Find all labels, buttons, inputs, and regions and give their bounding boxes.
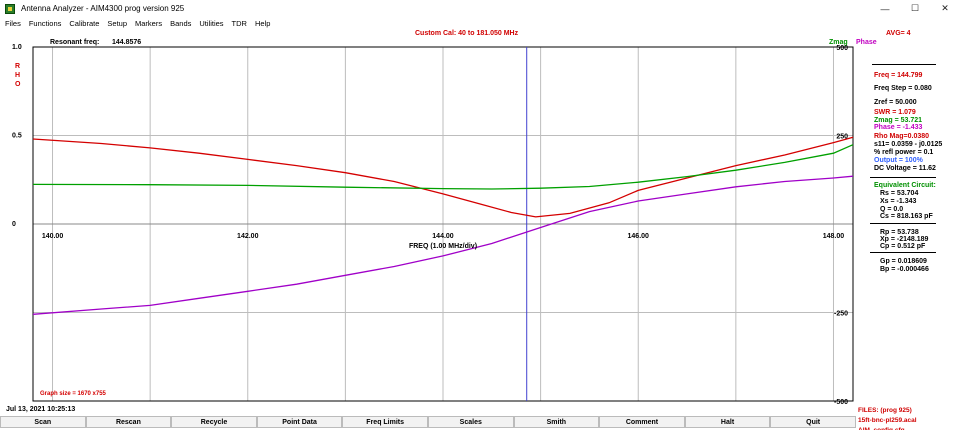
readout-zmag: Zmag = 53.721 — [874, 117, 923, 124]
smith-button[interactable]: Smith — [513, 416, 600, 428]
rescan-button[interactable]: Rescan — [85, 416, 172, 428]
readout-dc-voltage: DC Voltage = 11.62 — [874, 165, 936, 172]
readout-freq: Freq = 144.799 — [874, 72, 923, 79]
readout-q: Q = 0.0 — [880, 206, 904, 213]
readout-rho-mag: Rho Mag=0.0380 — [874, 133, 930, 140]
quit-button[interactable]: Quit — [770, 416, 856, 428]
readout-refl-power: % refl power = 0.1 — [874, 149, 934, 156]
cal-file: 15ft-bnc-pl259.acal — [858, 417, 917, 424]
x-tick-label: 148.00 — [823, 233, 845, 240]
readout-divider — [870, 177, 936, 178]
readout-xs: Xs = -1.343 — [880, 198, 917, 205]
minimize-button[interactable]: — — [870, 0, 900, 17]
close-button[interactable]: ✕ — [930, 0, 960, 17]
readout-divider — [870, 223, 936, 224]
zmag-tick-label: 250 — [836, 134, 848, 141]
scales-button[interactable]: Scales — [427, 416, 514, 428]
maximize-button[interactable]: ☐ — [900, 0, 930, 17]
config-file: AIM_config.cfg — [858, 426, 917, 430]
function-button-bar: Scan Rescan Recycle Point Data Freq Limi… — [0, 416, 856, 428]
zmag-tick-label: -250 — [834, 311, 848, 318]
files-panel: FILES: (prog 925) 15ft-bnc-pl259.acal AI… — [858, 406, 917, 430]
resonant-freq-label: Resonant freq: — [50, 39, 100, 46]
readout-freq-step: Freq Step = 0.080 — [874, 85, 932, 92]
rho-axis-letter: H — [15, 72, 20, 79]
files-label: FILES: (prog 925) — [858, 407, 912, 414]
rho-axis-letter: O — [15, 81, 21, 88]
zmag-axis-label: Zmag — [829, 39, 848, 46]
readout-rs: Rs = 53.704 — [880, 190, 919, 197]
readout-phase: Phase = -1.433 — [874, 124, 923, 131]
scan-button[interactable]: Scan — [0, 416, 86, 428]
halt-button[interactable]: Halt — [684, 416, 771, 428]
recycle-button[interactable]: Recycle — [171, 416, 257, 428]
readout-zref: Zref = 50.000 — [874, 99, 917, 106]
readout-xp: Xp = -2148.189 — [880, 236, 929, 243]
graph-size-label: Graph size = 1670 x755 — [40, 391, 107, 397]
readout-swr: SWR = 1.079 — [874, 109, 916, 116]
x-tick-label: 146.00 — [628, 233, 650, 240]
readout-bp: Bp = -0.000466 — [880, 266, 929, 273]
readout-output: Output = 100% — [874, 157, 923, 164]
readout-cp: Cp = 0.512 pF — [880, 243, 926, 250]
x-tick-label: 140.00 — [42, 233, 64, 240]
equivalent-circuit-title: Equivalent Circuit: — [874, 182, 936, 189]
readout-divider — [872, 64, 936, 65]
resonant-freq-value: 144.8576 — [112, 39, 142, 46]
rho-axis-letter: R — [15, 63, 20, 70]
readout-rp: Rp = 53.738 — [880, 229, 919, 236]
readout-gp: Gp = 0.018609 — [880, 258, 927, 265]
zmag-tick-label: 500 — [836, 45, 848, 52]
point-data-button[interactable]: Point Data — [256, 416, 343, 428]
freq-limits-button[interactable]: Freq Limits — [342, 416, 428, 428]
avg-label: AVG= 4 — [886, 30, 911, 37]
x-tick-label: 144.00 — [432, 233, 454, 240]
graph-area[interactable]: 1.00.50RHO500250-250-500100500-50-100140… — [0, 0, 860, 416]
phase-axis-label: Phase — [856, 39, 877, 46]
readout-s11: s11= 0.0359 - j0.0125 — [874, 141, 943, 148]
left-tick-label: 1.0 — [12, 44, 22, 51]
left-tick-label: 0 — [12, 221, 16, 228]
status-date: Jul 13, 2021 10:25:13 — [6, 406, 76, 413]
readout-cs: Cs = 818.163 pF — [880, 213, 933, 220]
left-tick-label: 0.5 — [12, 133, 22, 140]
x-axis-label: FREQ (1.00 MHz/div) — [409, 243, 477, 250]
readout-divider — [870, 252, 936, 253]
zmag-tick-label: -500 — [834, 399, 848, 406]
x-tick-label: 142.00 — [237, 233, 259, 240]
comment-button[interactable]: Comment — [599, 416, 685, 428]
